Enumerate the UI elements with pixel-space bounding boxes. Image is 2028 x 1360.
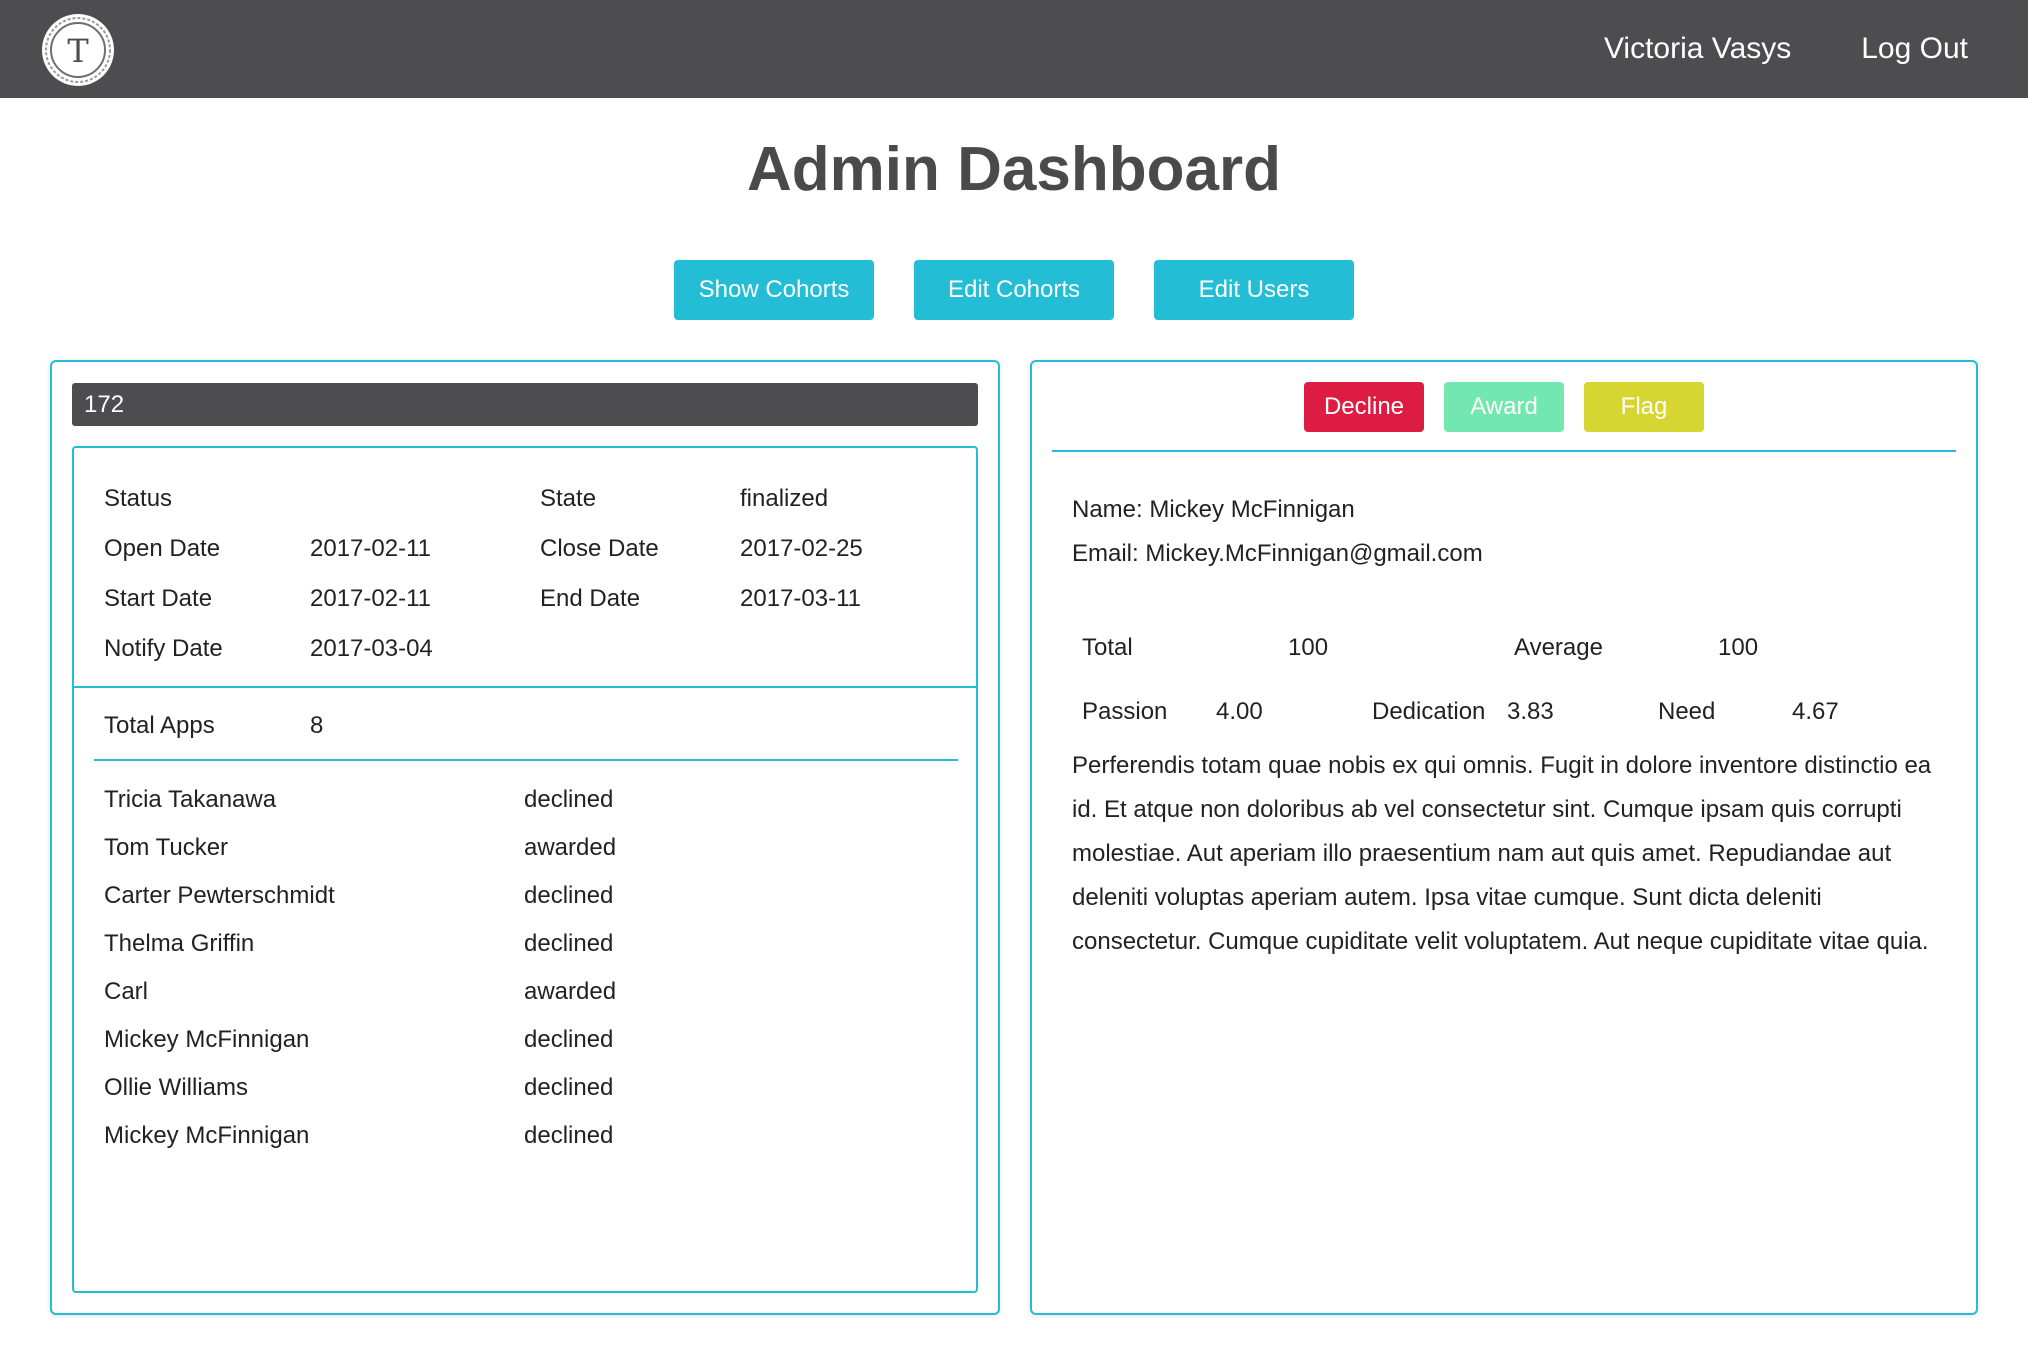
page-title: Admin Dashboard (747, 135, 1281, 204)
info-row: Notify Date 2017-03-04 (104, 624, 944, 674)
application-status: declined (524, 786, 614, 813)
close-date-label: Close Date (540, 535, 659, 562)
applicant-name: Tom Tucker (104, 834, 229, 861)
edit-cohorts-button[interactable]: Edit Cohorts (914, 260, 1114, 320)
info-row: Start Date 2017-02-11 End Date 2017-03-1… (104, 574, 944, 624)
applicant-panel: Decline Award Flag Name: Mickey McFinnig… (1030, 360, 1978, 1315)
section-divider (74, 686, 976, 688)
application-list: Tricia Takanawa declined Tom Tucker awar… (104, 776, 944, 1160)
list-item[interactable]: Mickey McFinnigan declined (104, 1016, 944, 1064)
application-status: declined (524, 1026, 614, 1053)
open-date-label: Open Date (104, 535, 221, 562)
info-row: Status State finalized (104, 474, 944, 524)
application-status: declined (524, 1122, 614, 1149)
end-date-value: 2017-03-11 (740, 585, 861, 612)
list-item[interactable]: Tricia Takanawa declined (104, 776, 944, 824)
need-label: Need (1658, 698, 1716, 725)
total-apps-label: Total Apps (104, 712, 215, 739)
cohort-id-header[interactable]: 172 (72, 383, 978, 426)
application-status: declined (524, 1074, 614, 1101)
logo-icon[interactable]: T (40, 12, 116, 88)
applicant-name: Ollie Williams (104, 1074, 248, 1101)
list-item[interactable]: Carl awarded (104, 968, 944, 1016)
notify-date-label: Notify Date (104, 635, 223, 662)
show-cohorts-button[interactable]: Show Cohorts (674, 260, 874, 320)
top-nav-links: Victoria Vasys Log Out (1604, 0, 1968, 98)
review-actions: Decline Award Flag (1032, 382, 1976, 432)
info-row: Open Date 2017-02-11 Close Date 2017-02-… (104, 524, 944, 574)
applicant-name-line: Name: Mickey McFinnigan (1072, 496, 1355, 523)
state-label: State (540, 485, 597, 512)
applicant-name: Carter Pewterschmidt (104, 882, 335, 909)
application-status: awarded (524, 978, 617, 1005)
end-date-label: End Date (540, 585, 641, 612)
list-item[interactable]: Mickey McFinnigan declined (104, 1112, 944, 1160)
list-item[interactable]: Carter Pewterschmidt declined (104, 872, 944, 920)
average-value: 100 (1718, 634, 1759, 661)
applicant-name: Tricia Takanawa (104, 786, 277, 813)
applicant-email-line: Email: Mickey.McFinnigan@gmail.com (1072, 540, 1483, 567)
notify-date-value: 2017-03-04 (310, 635, 433, 662)
score-row: Total 100 Average 100 (1082, 616, 1942, 680)
apps-divider (94, 759, 958, 761)
admin-toolbar: Show Cohorts Edit Cohorts Edit Users (0, 260, 2028, 320)
application-status: declined (524, 882, 614, 909)
user-name-link[interactable]: Victoria Vasys (1604, 32, 1791, 66)
need-value: 4.67 (1792, 698, 1839, 725)
flag-button[interactable]: Flag (1584, 382, 1704, 432)
application-status: declined (524, 930, 614, 957)
state-value: finalized (740, 485, 829, 512)
decline-button[interactable]: Decline (1304, 382, 1424, 432)
score-row: Passion 4.00 Dedication 3.83 Need 4.67 (1082, 680, 1942, 744)
status-label: Status (104, 485, 173, 512)
list-item[interactable]: Tom Tucker awarded (104, 824, 944, 872)
cohort-details: Status State finalized Open Date 2017-02… (72, 446, 978, 1293)
applicant-name: Mickey McFinnigan (104, 1026, 310, 1053)
start-date-label: Start Date (104, 585, 213, 612)
start-date-value: 2017-02-11 (310, 585, 431, 612)
passion-value: 4.00 (1216, 698, 1263, 725)
list-item[interactable]: Ollie Williams declined (104, 1064, 944, 1112)
applicant-contact: Name: Mickey McFinnigan Email: Mickey.Mc… (1072, 488, 1483, 576)
edit-users-button[interactable]: Edit Users (1154, 260, 1354, 320)
close-date-value: 2017-02-25 (740, 535, 863, 562)
logo-letter: T (67, 32, 89, 70)
dedication-value: 3.83 (1507, 698, 1554, 725)
total-apps-value: 8 (310, 712, 324, 739)
applicant-name: Carl (104, 978, 149, 1005)
list-item[interactable]: Thelma Griffin declined (104, 920, 944, 968)
score-summary: Total 100 Average 100 Passion 4.00 Dedic… (1082, 616, 1942, 744)
total-value: 100 (1288, 634, 1329, 661)
average-label: Average (1514, 634, 1603, 661)
open-date-value: 2017-02-11 (310, 535, 431, 562)
application-status: awarded (524, 834, 617, 861)
award-button[interactable]: Award (1444, 382, 1564, 432)
dedication-label: Dedication (1372, 698, 1486, 725)
cohort-info-grid: Status State finalized Open Date 2017-02… (104, 474, 944, 674)
logout-link[interactable]: Log Out (1861, 32, 1968, 66)
applicant-name: Thelma Griffin (104, 930, 255, 957)
passion-label: Passion (1082, 698, 1168, 725)
total-label: Total (1082, 634, 1133, 661)
applicant-name: Mickey McFinnigan (104, 1122, 310, 1149)
cohort-panel: 172 Status State finalized Open Date 201… (50, 360, 1000, 1315)
top-nav-bar: T Victoria Vasys Log Out (0, 0, 2028, 98)
actions-divider (1052, 450, 1956, 452)
applicant-essay: Perferendis totam quae nobis ex qui omni… (1072, 752, 1932, 955)
